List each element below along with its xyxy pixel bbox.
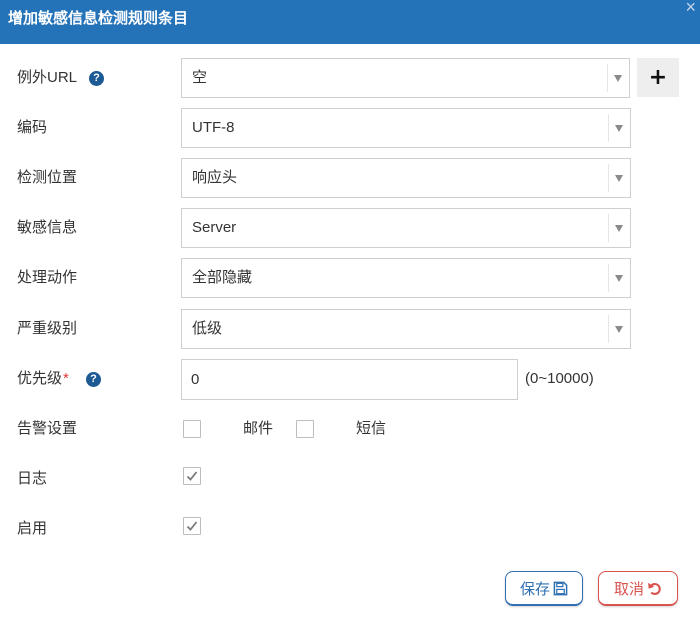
action-select[interactable]: 全部隐藏 xyxy=(181,258,631,298)
log-label: 日志 xyxy=(17,470,48,487)
action-value: 全部隐藏 xyxy=(192,269,253,286)
help-icon[interactable]: ? xyxy=(86,372,101,387)
dialog-title: 增加敏感信息检测规则条目 xyxy=(8,10,189,27)
encoding-value: UTF-8 xyxy=(192,119,235,136)
exception-url-label: 例外URL xyxy=(17,69,78,86)
email-alert-label: 邮件 xyxy=(243,420,274,437)
chevron-down-icon xyxy=(608,315,630,343)
add-exception-url-button[interactable]: + xyxy=(637,58,679,97)
sensitive-info-label: 敏感信息 xyxy=(17,219,78,236)
alert-settings-label: 告警设置 xyxy=(17,420,78,437)
row-action: 处理动作 全部隐藏 xyxy=(0,258,700,298)
row-log: 日志 xyxy=(0,459,700,499)
chevron-down-icon xyxy=(608,264,630,292)
row-sensitive-info: 敏感信息 Server xyxy=(0,208,700,248)
check-icon xyxy=(186,471,198,481)
severity-select[interactable]: 低级 xyxy=(181,309,631,349)
exception-url-value: 空 xyxy=(192,69,208,86)
chevron-down-icon xyxy=(608,214,630,242)
row-priority: 优先级* ? (0~10000) xyxy=(0,359,700,400)
sensitive-info-value: Server xyxy=(192,219,237,236)
cancel-button[interactable]: 取消 xyxy=(598,571,678,606)
save-button[interactable]: 保存 xyxy=(505,571,583,606)
chevron-down-icon xyxy=(608,114,630,142)
encoding-select[interactable]: UTF-8 xyxy=(181,108,631,148)
row-enable: 启用 xyxy=(0,509,700,549)
dialog-title-bar: 增加敏感信息检测规则条目 × xyxy=(0,0,700,44)
sensitive-info-select[interactable]: Server xyxy=(181,208,631,248)
encoding-label: 编码 xyxy=(17,119,48,136)
row-alert-settings: 告警设置 邮件 短信 xyxy=(0,409,700,449)
chevron-down-icon xyxy=(607,64,629,92)
priority-label-wrap: 优先级* xyxy=(17,359,69,399)
priority-range-hint: (0~10000) xyxy=(525,370,594,387)
email-alert-checkbox[interactable] xyxy=(183,420,201,438)
severity-label: 严重级别 xyxy=(17,320,78,337)
add-sensitive-info-rule-dialog: 增加敏感信息检测规则条目 × 例外URL ? 空 + 编码 UTF-8 检测位置… xyxy=(0,0,700,622)
detect-position-select[interactable]: 响应头 xyxy=(181,158,631,198)
undo-icon xyxy=(648,582,661,595)
detect-position-label: 检测位置 xyxy=(17,169,78,186)
help-icon[interactable]: ? xyxy=(89,71,104,86)
row-encoding: 编码 UTF-8 xyxy=(0,108,700,148)
row-exception-url: 例外URL ? 空 + xyxy=(0,58,700,98)
enable-label: 启用 xyxy=(17,520,48,537)
save-icon xyxy=(553,581,568,595)
priority-input[interactable] xyxy=(181,359,518,400)
sms-alert-label: 短信 xyxy=(356,420,387,437)
cancel-button-label: 取消 xyxy=(613,580,644,598)
chevron-down-icon xyxy=(608,164,630,192)
exception-url-select[interactable]: 空 xyxy=(181,58,630,98)
required-mark: * xyxy=(63,370,69,387)
priority-label: 优先级 xyxy=(17,370,63,387)
detect-position-value: 响应头 xyxy=(192,169,238,186)
action-label: 处理动作 xyxy=(17,269,78,286)
row-detect-position: 检测位置 响应头 xyxy=(0,158,700,198)
enable-checkbox[interactable] xyxy=(183,517,201,535)
log-checkbox[interactable] xyxy=(183,467,201,485)
check-icon xyxy=(186,521,198,531)
save-button-label: 保存 xyxy=(519,580,550,598)
close-icon[interactable]: × xyxy=(685,0,696,16)
sms-alert-checkbox[interactable] xyxy=(296,420,314,438)
severity-value: 低级 xyxy=(192,320,223,337)
row-severity: 严重级别 低级 xyxy=(0,309,700,349)
